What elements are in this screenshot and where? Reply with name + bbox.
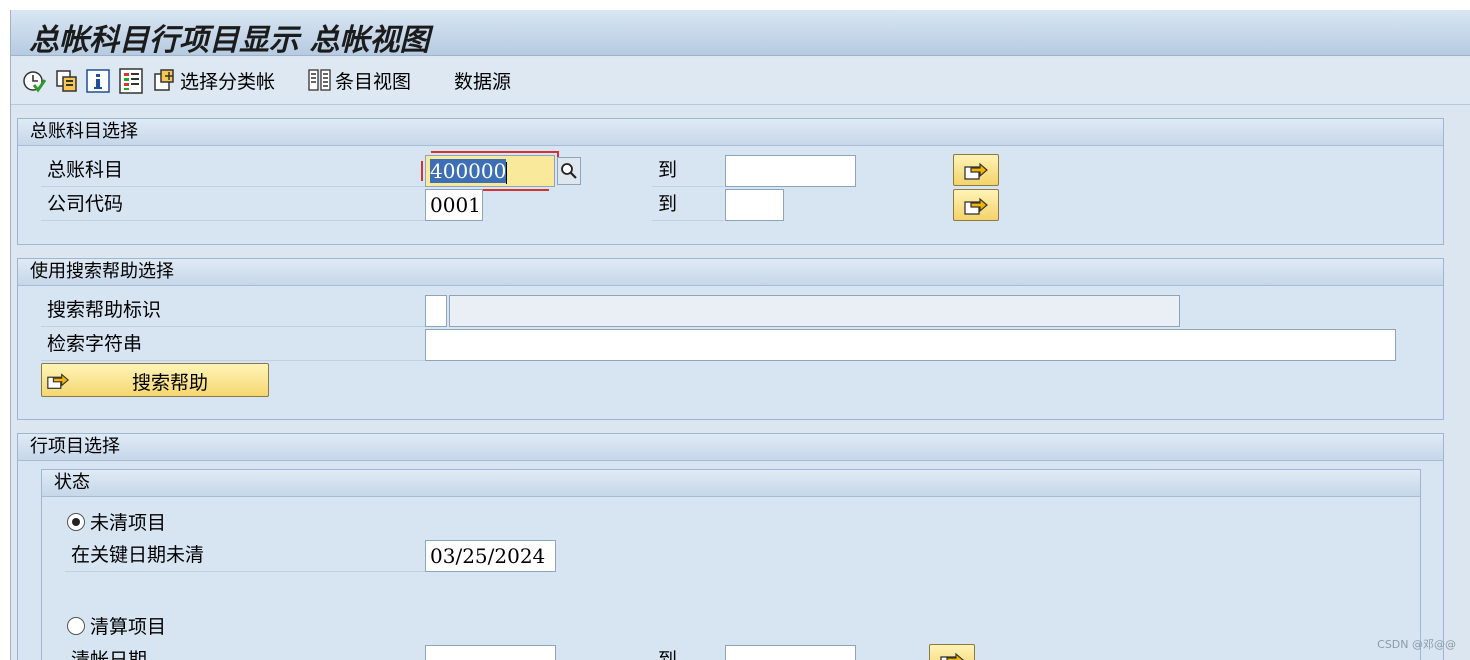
search-string-label: 检索字符串 xyxy=(41,329,426,361)
ledger-icon xyxy=(154,69,174,91)
open-items-radio[interactable] xyxy=(67,513,85,531)
line-item-selection-group: 行项目选择 状态 未清项目 在关键日期未清 03/25/2024 清算项目 清帐… xyxy=(17,433,1444,660)
gl-account-selection-header: 总账科目选择 xyxy=(18,119,1443,146)
search-help-selection-group: 使用搜索帮助选择 搜索帮助标识 检索字符串 搜索帮助 xyxy=(17,258,1444,420)
entry-view-label: 条目视图 xyxy=(335,70,412,93)
search-help-selection-header: 使用搜索帮助选择 xyxy=(18,259,1443,286)
open-at-key-date-input[interactable]: 03/25/2024 xyxy=(425,540,556,572)
value-help-button[interactable] xyxy=(557,157,581,185)
company-code-to-label: 到 xyxy=(652,189,724,221)
magnifier-icon xyxy=(561,163,577,179)
line-item-selection-header: 行项目选择 xyxy=(18,434,1443,461)
open-items-label: 未清项目 xyxy=(90,512,167,534)
gl-account-multiple-selection-button[interactable] xyxy=(953,154,999,186)
entry-view-button[interactable]: 条目视图 xyxy=(308,65,411,95)
status-group: 状态 未清项目 在关键日期未清 03/25/2024 清算项目 清帐日期 到 xyxy=(41,469,1421,660)
watermark: CSDN @邓@@ xyxy=(1377,638,1456,651)
multiple-selection-arrow-icon xyxy=(964,197,988,215)
search-help-button[interactable]: 搜索帮助 xyxy=(41,363,269,397)
gl-account-to-input[interactable] xyxy=(725,155,856,187)
search-help-id-input[interactable] xyxy=(425,295,447,327)
gl-account-from-value: 400000 xyxy=(430,159,507,183)
text-cursor xyxy=(506,161,508,184)
company-code-multiple-selection-button[interactable] xyxy=(953,189,999,221)
copy-icon[interactable] xyxy=(54,68,80,94)
select-ledger-button[interactable]: 选择分类帐 xyxy=(153,65,275,95)
clearing-date-from-input[interactable] xyxy=(425,645,556,660)
application-toolbar: 选择分类帐 条目视图 数据源 xyxy=(11,57,1470,105)
gl-account-to-label: 到 xyxy=(652,155,724,187)
clearing-date-to-label: 到 xyxy=(652,645,724,660)
gl-account-from-input[interactable]: 400000 xyxy=(425,155,555,187)
execute-icon[interactable] xyxy=(21,68,47,94)
gl-account-label: 总账科目 xyxy=(41,155,426,187)
legend-icon[interactable] xyxy=(118,68,144,94)
info-icon[interactable] xyxy=(85,68,111,94)
multiple-selection-arrow-icon xyxy=(940,652,964,660)
data-source-button[interactable]: 数据源 xyxy=(454,65,511,95)
company-code-from-input[interactable]: 0001 xyxy=(425,189,483,221)
company-code-to-input[interactable] xyxy=(725,189,784,221)
search-help-id-label: 搜索帮助标识 xyxy=(41,295,426,327)
clearing-date-to-input[interactable] xyxy=(725,645,856,660)
window-title: 总帐科目行项目显示 总帐视图 xyxy=(29,23,430,58)
entry-view-icon xyxy=(308,69,331,91)
search-help-id-description xyxy=(449,295,1180,327)
open-at-key-date-label: 在关键日期未清 xyxy=(65,540,426,572)
title-bar: 总帐科目行项目显示 总帐视图 xyxy=(11,10,1470,58)
search-help-button-label: 搜索帮助 xyxy=(132,372,209,394)
select-ledger-label: 选择分类帐 xyxy=(180,70,276,93)
clearing-date-multiple-selection-button[interactable] xyxy=(929,644,975,660)
multiple-selection-arrow-icon xyxy=(47,373,70,389)
company-code-label: 公司代码 xyxy=(41,189,426,221)
cleared-items-radio[interactable] xyxy=(67,617,85,635)
data-source-label: 数据源 xyxy=(454,70,512,93)
cleared-items-label: 清算项目 xyxy=(90,616,167,638)
multiple-selection-arrow-icon xyxy=(964,162,988,180)
clearing-date-label: 清帐日期 xyxy=(65,645,426,660)
search-string-input[interactable] xyxy=(425,329,1396,361)
sap-window: 总帐科目行项目显示 总帐视图 选择分类帐 条目视图 数据源 总账科目选择 总账科… xyxy=(10,10,1470,660)
gl-account-selection-group: 总账科目选择 总账科目 400000 到 公司代码 0001 到 xyxy=(17,118,1444,245)
status-header: 状态 xyxy=(42,470,1420,497)
